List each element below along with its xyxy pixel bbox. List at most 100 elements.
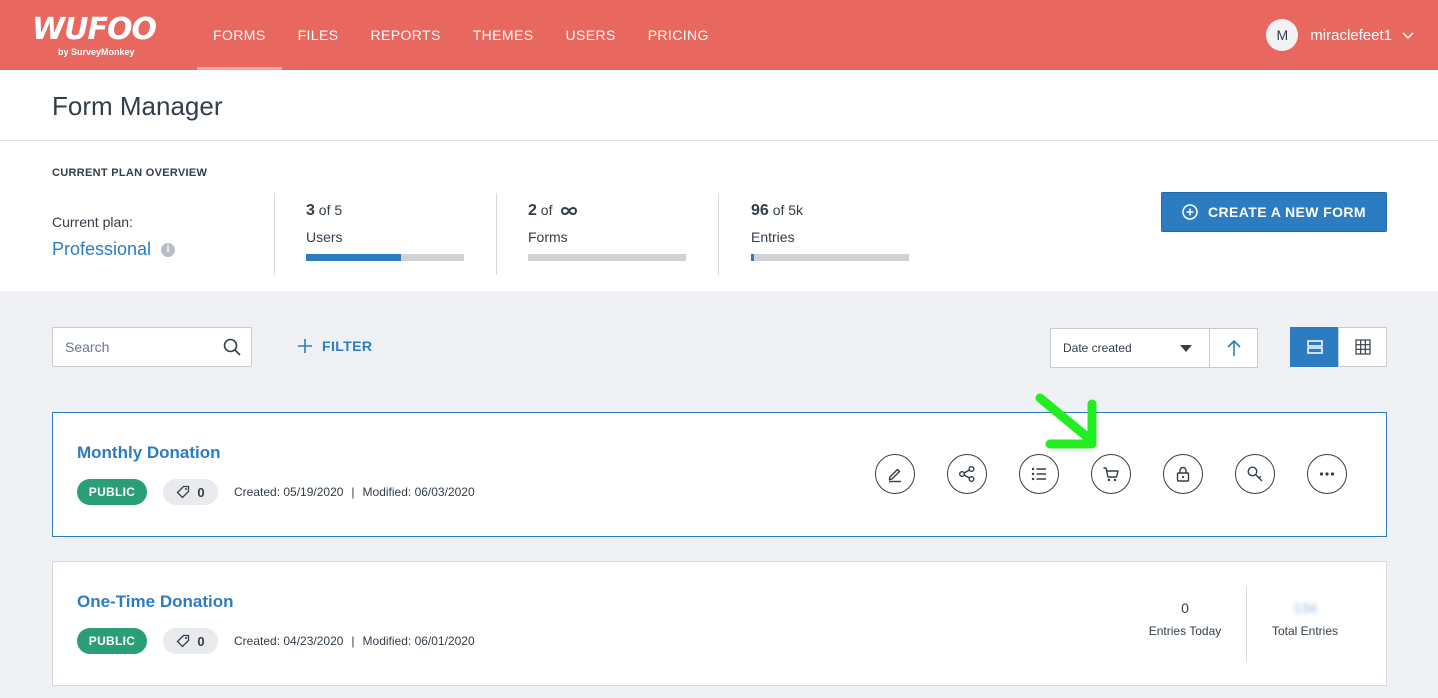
plan-name-text: Professional (52, 239, 152, 259)
status-badge: PUBLIC (77, 479, 147, 505)
status-badge: PUBLIC (77, 628, 147, 654)
form-dates: Created: 04/23/2020 | Modified: 06/01/2020 (234, 634, 475, 648)
form-dates: Created: 05/19/2020 | Modified: 06/03/2020 (234, 485, 475, 499)
entries-used: 96 (751, 202, 769, 219)
stat-users: 3 of 5 Users (306, 202, 466, 261)
users-used: 3 (306, 202, 315, 219)
entries-today-count: 0 (1181, 600, 1189, 616)
forms-limit: of (540, 202, 553, 218)
tag-count: 0 (197, 484, 205, 500)
cart-icon (1103, 467, 1119, 482)
main-nav: FORMS FILES REPORTS THEMES USERS PRICING (197, 0, 725, 70)
share-icon (959, 466, 975, 482)
created-date: Created: 05/19/2020 (234, 485, 344, 499)
nav-files[interactable]: FILES (282, 0, 355, 70)
nav-users[interactable]: USERS (549, 0, 631, 70)
list-view-button[interactable] (1290, 327, 1339, 367)
page-title: Form Manager (52, 91, 223, 121)
users-usage-fill (306, 254, 401, 261)
search-input[interactable] (53, 328, 213, 366)
avatar: M (1266, 19, 1299, 51)
grid-view-button[interactable] (1338, 327, 1387, 367)
forms-used: 2 (528, 202, 537, 219)
users-limit: of 5 (318, 202, 343, 218)
entries-button[interactable] (1019, 454, 1059, 494)
edit-icon (888, 468, 901, 483)
form-title[interactable]: Monthly Donation (77, 443, 221, 463)
tag-count: 0 (197, 633, 205, 649)
sort-value: Date created (1063, 341, 1132, 355)
nav-pricing[interactable]: PRICING (632, 0, 725, 70)
sort-direction-button[interactable] (1209, 328, 1258, 368)
stat-divider (496, 193, 497, 275)
search-box (52, 327, 252, 367)
filter-button[interactable]: FILTER (298, 338, 372, 354)
plus-icon (298, 339, 312, 353)
modified-date: Modified: 06/01/2020 (362, 634, 475, 648)
total-entries-count: 134 (1293, 600, 1317, 616)
api-key-button[interactable] (1235, 454, 1275, 494)
created-date: Created: 04/23/2020 (234, 634, 344, 648)
create-new-form-label: CREATE A NEW FORM (1208, 204, 1366, 220)
arrow-up-icon (1226, 339, 1241, 356)
grid-view-icon (1354, 339, 1371, 355)
users-label: Users (306, 229, 343, 245)
username: miraclefeet1 (1310, 26, 1392, 44)
lock-icon (1176, 466, 1190, 482)
tag-icon (176, 485, 190, 499)
current-plan-label: Current plan: (52, 214, 133, 230)
modified-date: Modified: 06/03/2020 (362, 485, 475, 499)
stat-forms: 2 of Forms (528, 202, 688, 261)
tag-icon (176, 634, 190, 648)
entries-usage-fill (751, 254, 755, 261)
entries-list-icon (1031, 467, 1046, 481)
entries-today-label: Entries Today (1148, 624, 1222, 638)
user-menu[interactable]: M miraclefeet1 (1266, 19, 1414, 51)
infinity-icon (561, 207, 578, 216)
search-icon[interactable] (223, 338, 241, 356)
entries-limit: of 5k (772, 202, 804, 218)
info-icon[interactable]: i (161, 242, 176, 257)
top-navigation-bar: WUFOO by SurveyMonkey FORMS FILES REPORT… (0, 0, 1438, 70)
caret-down-icon (1180, 345, 1192, 352)
list-view-icon (1306, 340, 1323, 354)
key-icon (1247, 466, 1263, 482)
sort-dropdown[interactable]: Date created (1050, 328, 1210, 368)
plus-circle-icon (1182, 204, 1198, 220)
stat-entries: 96 of 5k Entries (751, 202, 911, 261)
annotation-arrow-icon (1035, 393, 1097, 449)
total-entries-label: Total Entries (1271, 624, 1339, 638)
stat-divider (274, 193, 275, 275)
form-card-one-time-donation[interactable]: One-Time Donation PUBLIC 0 Created: 04/2… (52, 561, 1387, 686)
payment-button[interactable] (1091, 454, 1131, 494)
more-actions-button[interactable] (1307, 454, 1347, 494)
forms-label: Forms (528, 229, 568, 245)
forms-usage-bar (528, 254, 686, 261)
entries-usage-bar (751, 254, 909, 261)
form-title[interactable]: One-Time Donation (77, 592, 233, 612)
nav-forms[interactable]: FORMS (197, 0, 282, 70)
users-usage-bar (306, 254, 464, 261)
total-entries[interactable]: 134 Total Entries (1255, 600, 1355, 638)
form-card-monthly-donation[interactable]: Monthly Donation PUBLIC 0 Created: 05/19… (52, 412, 1387, 537)
tag-badge[interactable]: 0 (163, 628, 218, 654)
nav-reports[interactable]: REPORTS (354, 0, 456, 70)
plan-name[interactable]: Professional i (52, 239, 176, 260)
permissions-button[interactable] (1163, 454, 1203, 494)
card-divider (1246, 586, 1247, 662)
wufoo-logo[interactable]: WUFOO by SurveyMonkey (32, 14, 157, 60)
title-bar: Form Manager (0, 70, 1438, 141)
entries-today: 0 Entries Today (1133, 600, 1237, 638)
entries-label: Entries (751, 229, 795, 245)
tag-badge[interactable]: 0 (163, 479, 218, 505)
chevron-down-icon (1402, 32, 1414, 40)
share-form-button[interactable] (947, 454, 987, 494)
create-new-form-button[interactable]: CREATE A NEW FORM (1161, 192, 1387, 232)
edit-form-button[interactable] (875, 454, 915, 494)
filter-label: FILTER (322, 338, 373, 354)
more-icon (1319, 472, 1335, 476)
plan-heading: CURRENT PLAN OVERVIEW (52, 167, 208, 179)
stat-divider (718, 193, 719, 275)
plan-overview: CURRENT PLAN OVERVIEW Current plan: Prof… (0, 141, 1438, 291)
nav-themes[interactable]: THEMES (457, 0, 550, 70)
